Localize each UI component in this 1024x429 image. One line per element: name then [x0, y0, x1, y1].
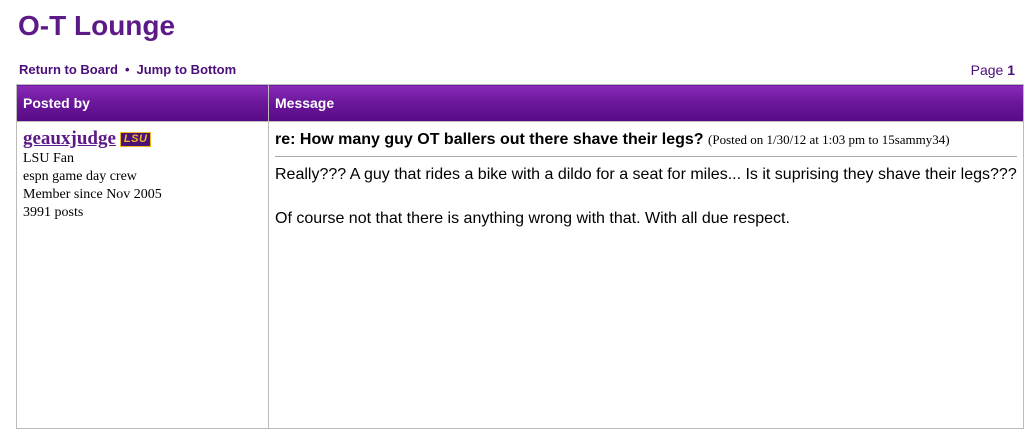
lsu-logo-icon: LSU	[119, 132, 152, 147]
author-post-count: 3991 posts	[23, 205, 84, 220]
post-paragraph: Of course not that there is anything wro…	[275, 210, 790, 227]
return-to-board-link[interactable]: Return to Board	[19, 62, 118, 77]
post-subject: re: How many guy OT ballers out there sh…	[275, 131, 704, 148]
board-nav: Return to Board • Jump to Bottom	[19, 62, 236, 77]
message-cell: re: How many guy OT ballers out there sh…	[268, 121, 1024, 429]
post-meta: (Posted on 1/30/12 at 1:03 pm to 15sammy…	[708, 132, 950, 147]
author-member-since: Member since Nov 2005	[23, 187, 162, 202]
board-title: O-T Lounge	[18, 10, 176, 41]
jump-to-bottom-link[interactable]: Jump to Bottom	[137, 62, 237, 77]
post-row: geauxjudge LSU LSU Fan espn game day crew…	[16, 121, 1024, 429]
message-header: Message	[268, 84, 1024, 122]
page-prefix: Page	[970, 62, 1004, 78]
author-title: espn game day crew	[23, 169, 137, 184]
nav-separator: •	[124, 62, 130, 77]
author-cell: geauxjudge LSU LSU Fan espn game day crew…	[16, 121, 269, 429]
author-username-link[interactable]: geauxjudge	[23, 128, 116, 149]
table-header-row: Posted by Message	[16, 84, 1024, 122]
page-current: 1	[1007, 62, 1015, 78]
pagination: Page 1	[971, 62, 1015, 78]
post-body: Really??? A guy that rides a bike with a…	[275, 157, 1017, 230]
author-team: LSU Fan	[23, 151, 74, 166]
posted-by-header: Posted by	[16, 84, 269, 122]
message-header-line: re: How many guy OT ballers out there sh…	[275, 130, 1017, 157]
post-paragraph: Really??? A guy that rides a bike with a…	[275, 166, 1017, 183]
posts-table: Posted by Message geauxjudge LSU LSU Fan …	[16, 84, 1024, 429]
